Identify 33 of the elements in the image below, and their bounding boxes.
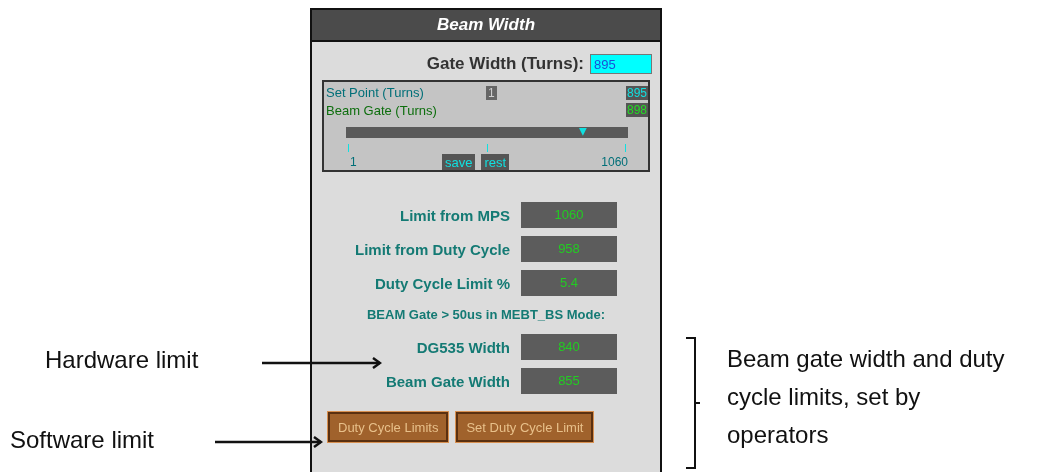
- value-readout: 958: [521, 236, 617, 262]
- slider-button[interactable]: save: [442, 154, 476, 170]
- readout-label: Limit from MPS: [399, 206, 510, 224]
- scale-tick: [625, 144, 626, 153]
- scale-label: 1: [350, 155, 358, 169]
- readout-label: Limit from Duty Cycle: [353, 240, 510, 258]
- slider-thumb[interactable]: [578, 127, 587, 136]
- scale-tick: [348, 144, 349, 153]
- value-readout: 895: [625, 85, 648, 100]
- readout-label: Duty Cycle Limit %: [373, 274, 510, 292]
- scale-tick: [486, 144, 488, 153]
- slider-track[interactable]: [346, 126, 628, 139]
- window-title: Beam Width: [312, 10, 660, 42]
- scale-label: 1060: [601, 155, 628, 169]
- value-readout: 1060: [521, 202, 617, 228]
- value-readout: 840: [521, 334, 617, 360]
- action-button[interactable]: Duty Cycle Limits: [328, 412, 449, 442]
- readout-label: Beam Gate Width: [384, 372, 510, 390]
- slider-label: Beam Gate (Turns): [326, 102, 438, 118]
- slider-label: Set Point (Turns): [326, 85, 425, 101]
- annotation-label: Hardware limit: [45, 346, 199, 374]
- annotation-label: Software limit: [10, 426, 155, 454]
- value-readout: 898: [625, 103, 648, 118]
- action-button[interactable]: Set Duty Cycle Limit: [456, 412, 594, 442]
- set-point-marker: 1: [486, 85, 497, 100]
- section-note: BEAM Gate > 50us in MEBT_BS Mode:: [366, 306, 606, 324]
- slider-button[interactable]: rest: [481, 154, 510, 170]
- field-label: Gate Width (Turns):: [426, 54, 584, 74]
- annotation-text: Beam gate width and duty cycle limits, set by operators: [727, 344, 1006, 450]
- input-field[interactable]: 895: [590, 54, 652, 74]
- value-readout: 5.4: [521, 270, 617, 296]
- value-readout: 855: [521, 368, 617, 394]
- readout-label: DG535 Width: [415, 338, 510, 356]
